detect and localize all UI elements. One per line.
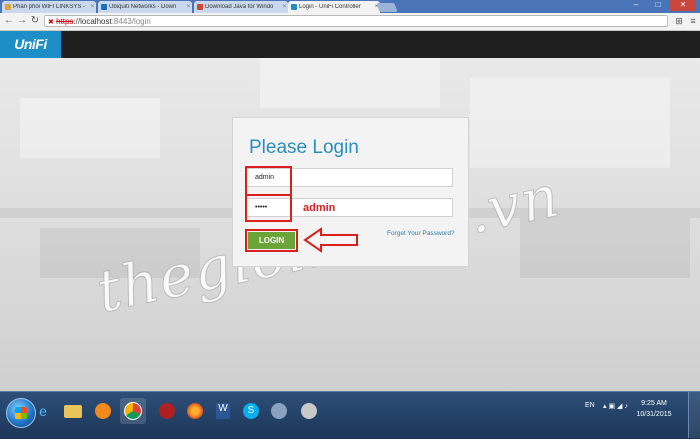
app-icon[interactable]: [266, 398, 292, 424]
arrow-annotation-icon: [303, 227, 358, 253]
tab-phan-phoi-wifi[interactable]: Phân phối WIFI LINKSYS - ×: [2, 1, 96, 13]
menu-icon[interactable]: ≡: [688, 16, 698, 26]
browser-toolbar: ← → ↻ ✖ https://localhost:8443/login ⊞ ≡: [0, 13, 700, 31]
close-window-button[interactable]: ✕: [670, 0, 696, 11]
tab-close-icon[interactable]: ×: [281, 4, 288, 10]
tab-unifi-login[interactable]: Login - UniFi Controller ×: [288, 1, 380, 13]
minimize-button[interactable]: –: [626, 0, 646, 11]
login-button-highlight: [245, 229, 298, 252]
tab-close-icon[interactable]: ×: [89, 4, 96, 10]
favicon-icon: [101, 4, 107, 10]
address-bar[interactable]: ✖ https://localhost:8443/login: [44, 15, 668, 27]
clock-time: 9:25 AM: [641, 400, 667, 407]
password-annotation: admin: [303, 202, 336, 214]
show-desktop-button[interactable]: [688, 392, 700, 438]
folder-icon[interactable]: [60, 398, 86, 424]
tab-label: Ubiquiti Networks - Down: [109, 4, 177, 10]
password-highlight-box: [245, 194, 292, 222]
page-title: Please Login: [249, 137, 359, 158]
browser-tab-strip: Phân phối WIFI LINKSYS - × Ubiquiti Netw…: [0, 0, 700, 13]
bg-shape: [470, 78, 670, 168]
translate-icon[interactable]: ⊞: [674, 16, 684, 26]
disk-icon[interactable]: [296, 398, 322, 424]
favicon-icon: [197, 4, 203, 10]
windows-logo-icon: [15, 407, 27, 419]
forgot-password-link[interactable]: Forget Your Password?: [387, 230, 455, 237]
bg-shape: [20, 98, 160, 158]
language-indicator[interactable]: EN: [585, 402, 595, 409]
tray-icons[interactable]: ▴ ▣ ◢ ♪: [603, 402, 628, 410]
maximize-button[interactable]: □: [648, 0, 668, 11]
tab-close-icon[interactable]: ×: [185, 4, 192, 10]
url-host: localhost: [80, 17, 112, 26]
windows-taskbar: e W S EN ▴ ▣ ◢ ♪ 9:25 AM 10/31/2015: [0, 391, 700, 439]
skype-icon[interactable]: S: [238, 398, 264, 424]
ie-icon[interactable]: e: [30, 398, 56, 424]
system-clock[interactable]: 9:25 AM 10/31/2015: [628, 398, 680, 420]
tab-ubiquiti-networks[interactable]: Ubiquiti Networks - Down ×: [98, 1, 192, 13]
url-path: :8443/login: [111, 17, 151, 26]
tab-label: Phân phối WIFI LINKSYS -: [13, 4, 86, 10]
app-header: UniFi: [0, 31, 700, 58]
word-icon[interactable]: W: [210, 398, 236, 424]
clock-date: 10/31/2015: [636, 411, 672, 418]
firefox-icon[interactable]: [182, 398, 208, 424]
insecure-lock-icon: ✖: [48, 19, 54, 26]
tab-label: Login - UniFi Controller: [299, 4, 361, 10]
url-scheme: https: [56, 17, 74, 26]
bg-shape: [260, 58, 440, 108]
chrome-icon[interactable]: [120, 398, 146, 424]
unifi-logo: UniFi: [0, 31, 61, 58]
favicon-icon: [5, 4, 11, 10]
tab-label: Download Java for Windo: [205, 4, 274, 10]
tab-download-java[interactable]: Download Java for Windo ×: [194, 1, 288, 13]
antivirus-icon[interactable]: [154, 398, 180, 424]
reload-button[interactable]: ↻: [29, 15, 41, 27]
new-tab-button[interactable]: [376, 3, 398, 12]
favicon-icon: [291, 4, 297, 10]
media-player-icon[interactable]: [90, 398, 116, 424]
back-button[interactable]: ←: [3, 15, 15, 27]
forward-button[interactable]: →: [16, 15, 28, 27]
